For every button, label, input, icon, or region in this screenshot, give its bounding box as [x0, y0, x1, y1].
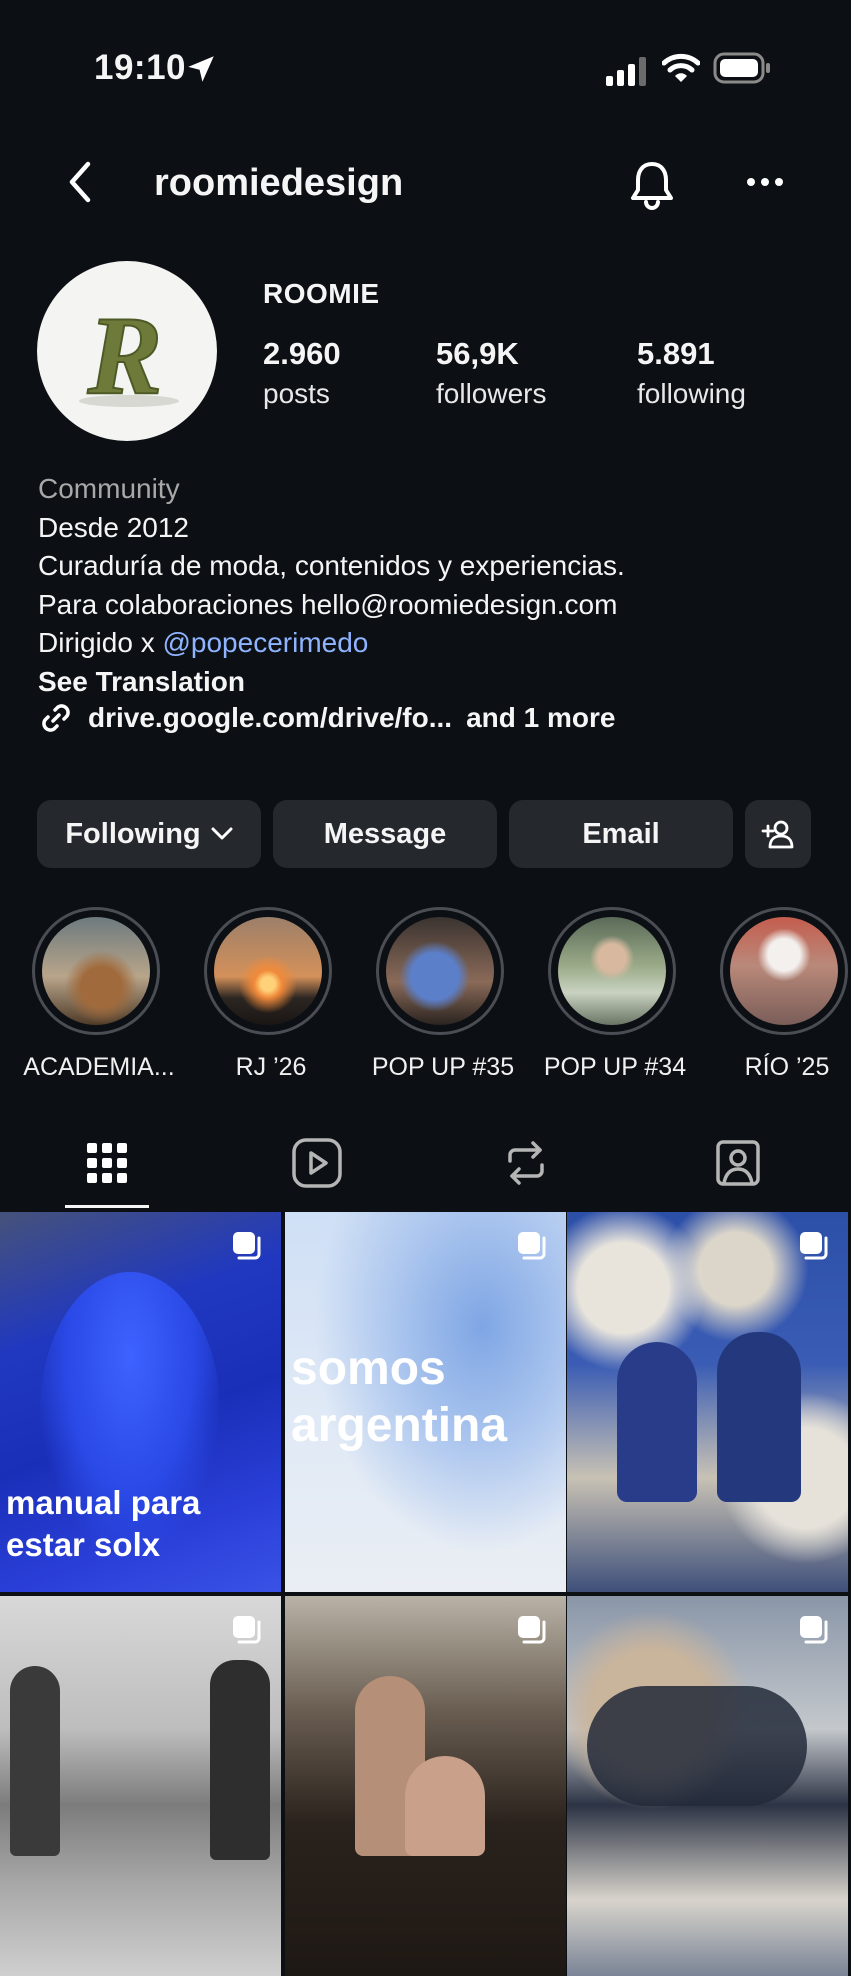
post-overlay-text: somos argentina	[291, 1342, 508, 1452]
profile-display-name: ROOMIE	[263, 278, 380, 309]
email-button[interactable]: Email	[509, 800, 733, 868]
stat-value: 5.891	[637, 336, 715, 371]
email-button-label: Email	[582, 817, 660, 850]
bio-line: Desde 2012	[38, 511, 190, 543]
message-button-label: Message	[323, 817, 447, 850]
highlight-ring	[548, 907, 676, 1035]
highlight-item[interactable]: ACADEMIA...	[23, 907, 175, 1081]
profile-link-row[interactable]: drive.google.com/drive/fo... and 1 more	[38, 700, 615, 736]
highlight-ring	[204, 907, 332, 1035]
highlight-cover-image	[558, 917, 666, 1025]
post-image-shape	[210, 1660, 270, 1860]
multiple-posts-icon	[800, 1616, 828, 1644]
post-image-shape	[405, 1756, 485, 1856]
status-time: 19:10	[94, 48, 187, 87]
link-icon	[42, 704, 70, 732]
reposts-icon[interactable]	[498, 1135, 554, 1191]
post-thumbnail[interactable]	[567, 1212, 848, 1592]
stat-label: posts	[263, 378, 330, 409]
location-arrow-icon	[188, 56, 214, 82]
highlight-item[interactable]: POP UP #35	[372, 907, 514, 1081]
multiple-posts-icon	[518, 1616, 546, 1644]
following-button-label: Following	[65, 817, 201, 850]
highlight-item[interactable]: RJ ’26	[204, 907, 338, 1081]
highlight-ring	[32, 907, 160, 1035]
multiple-posts-icon	[233, 1616, 261, 1644]
stat-following[interactable]: 5.891 following	[637, 336, 746, 410]
bio-line: Para colaboraciones hello@roomiedesign.c…	[38, 588, 618, 620]
profile-link-url[interactable]: drive.google.com/drive/fo...	[88, 702, 452, 734]
tagged-icon[interactable]	[710, 1135, 766, 1191]
highlight-label: RÍO ’25	[744, 1053, 830, 1081]
roomie-logo: R	[79, 293, 179, 419]
notification-bell-icon[interactable]	[629, 160, 675, 210]
profile-username: roomiedesign	[154, 162, 404, 204]
back-arrow-icon[interactable]	[60, 160, 104, 204]
suggested-users-button[interactable]	[745, 800, 811, 868]
highlight-cover-image	[214, 917, 322, 1025]
stat-label: following	[637, 378, 746, 409]
multiple-posts-icon	[518, 1232, 546, 1260]
stat-value: 56,9K	[436, 336, 519, 371]
stat-value: 2.960	[263, 336, 341, 371]
multiple-posts-icon	[800, 1232, 828, 1260]
see-translation-link[interactable]: See Translation	[38, 663, 625, 702]
highlight-cover-image	[730, 917, 838, 1025]
stat-posts[interactable]: 2.960 posts	[263, 336, 341, 410]
svg-text:R: R	[87, 294, 163, 418]
post-thumbnail[interactable]	[0, 1596, 281, 1976]
wifi-icon	[662, 53, 700, 82]
add-person-icon	[761, 820, 794, 849]
post-overlay-text: manual para estar solx	[6, 1484, 201, 1563]
bio-line: Curaduría de moda, contenidos y experien…	[38, 550, 625, 581]
post-image-shape	[587, 1686, 807, 1806]
multiple-posts-icon	[233, 1232, 261, 1260]
profile-link-more[interactable]: and 1 more	[466, 702, 615, 734]
post-image-shape	[10, 1666, 60, 1856]
highlight-ring	[376, 907, 504, 1035]
bio-mention-link[interactable]: @popecerimedo	[162, 627, 368, 658]
post-thumbnail[interactable]: manual para estar solx	[0, 1212, 281, 1592]
post-image-shape	[617, 1342, 697, 1502]
highlight-ring	[720, 907, 848, 1035]
battery-icon	[713, 52, 770, 84]
highlight-item[interactable]: POP UP #34	[544, 907, 686, 1081]
stat-followers[interactable]: 56,9K followers	[436, 336, 546, 410]
post-thumbnail[interactable]: somos argentina	[285, 1212, 566, 1592]
reels-icon[interactable]	[289, 1135, 345, 1191]
profile-category: Community	[38, 473, 180, 504]
active-tab-indicator	[65, 1205, 149, 1208]
grid-icon[interactable]	[79, 1135, 135, 1191]
profile-avatar[interactable]: R	[37, 261, 217, 441]
post-thumbnail[interactable]	[567, 1596, 848, 1976]
highlight-cover-image	[42, 917, 150, 1025]
cellular-signal-icon	[606, 57, 646, 86]
highlight-item[interactable]: RÍO ’25	[720, 907, 851, 1081]
post-image-shape	[717, 1332, 801, 1502]
following-button[interactable]: Following	[37, 800, 261, 868]
highlight-cover-image	[386, 917, 494, 1025]
profile-bio: Community Desde 2012 Curaduría de moda, …	[38, 470, 625, 701]
message-button[interactable]: Message	[273, 800, 497, 868]
bio-directed-prefix: Dirigido x	[38, 627, 163, 658]
bio-directed-line: Dirigido x @popecerimedo	[38, 624, 625, 663]
post-thumbnail[interactable]	[285, 1596, 566, 1976]
stat-label: followers	[436, 378, 547, 409]
more-options-icon[interactable]	[745, 172, 785, 192]
chevron-down-icon	[211, 827, 233, 840]
